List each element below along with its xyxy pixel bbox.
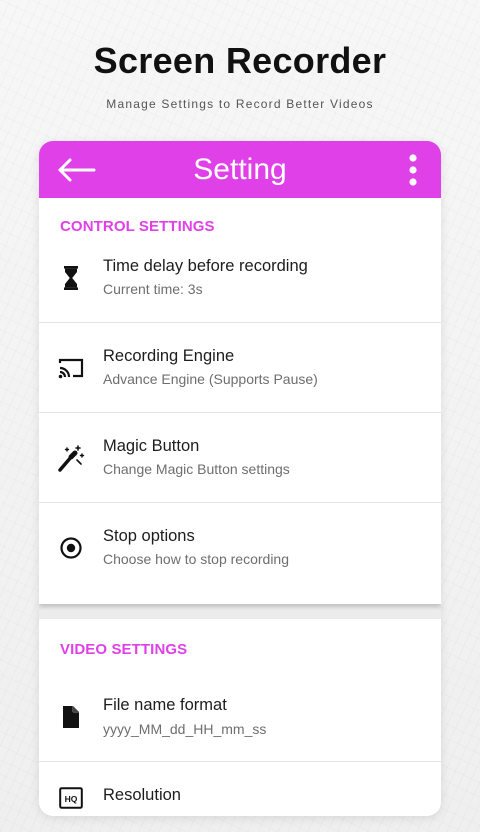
setting-subtitle: Advance Engine (Supports Pause) bbox=[103, 371, 318, 387]
setting-file-name-format[interactable]: File name format yyyy_MM_dd_HH_mm_ss bbox=[39, 672, 441, 762]
setting-resolution[interactable]: HQ Resolution bbox=[39, 762, 441, 816]
setting-subtitle: Current time: 3s bbox=[103, 281, 203, 297]
setting-title: Stop options bbox=[103, 527, 195, 545]
setting-time-delay[interactable]: Time delay before recording Current time… bbox=[39, 233, 441, 323]
more-options-button[interactable] bbox=[399, 151, 427, 189]
app-bar: Setting bbox=[39, 141, 441, 198]
video-settings-card: VIDEO SETTINGS File name format yyyy_MM_… bbox=[39, 619, 441, 816]
setting-title: Time delay before recording bbox=[103, 257, 308, 275]
setting-title: File name format bbox=[103, 696, 227, 714]
setting-title: Resolution bbox=[103, 786, 181, 804]
stop-circle-icon bbox=[57, 534, 85, 562]
setting-title: Recording Engine bbox=[103, 347, 235, 365]
hq-icon: HQ bbox=[57, 784, 85, 812]
more-vert-icon bbox=[409, 154, 417, 186]
svg-text:HQ: HQ bbox=[65, 794, 78, 804]
setting-recording-engine[interactable]: Recording Engine Advance Engine (Support… bbox=[39, 323, 441, 413]
setting-title: Magic Button bbox=[103, 437, 200, 455]
control-settings-card: CONTROL SETTINGS Time delay before recor… bbox=[39, 198, 441, 604]
setting-subtitle: Change Magic Button settings bbox=[103, 461, 290, 477]
page-title: Setting bbox=[193, 153, 287, 186]
phone-screen: Setting CONTROL SETTINGS Time delay befo… bbox=[39, 141, 441, 816]
setting-subtitle: yyyy_MM_dd_HH_mm_ss bbox=[103, 721, 267, 737]
promo-subtitle: Manage Settings to Record Better Videos bbox=[106, 97, 374, 111]
cast-icon bbox=[57, 354, 85, 382]
setting-subtitle: Choose how to stop recording bbox=[103, 551, 289, 567]
promo-title: Screen Recorder bbox=[93, 40, 387, 81]
hourglass-icon bbox=[57, 264, 85, 292]
back-button[interactable] bbox=[53, 151, 99, 189]
file-icon bbox=[57, 703, 85, 731]
setting-stop-options[interactable]: Stop options Choose how to stop recordin… bbox=[39, 503, 441, 593]
setting-magic-button[interactable]: Magic Button Change Magic Button setting… bbox=[39, 413, 441, 503]
magic-wand-icon bbox=[57, 444, 85, 472]
arrow-left-icon bbox=[58, 158, 96, 182]
section-header-video-settings: VIDEO SETTINGS bbox=[60, 641, 188, 658]
